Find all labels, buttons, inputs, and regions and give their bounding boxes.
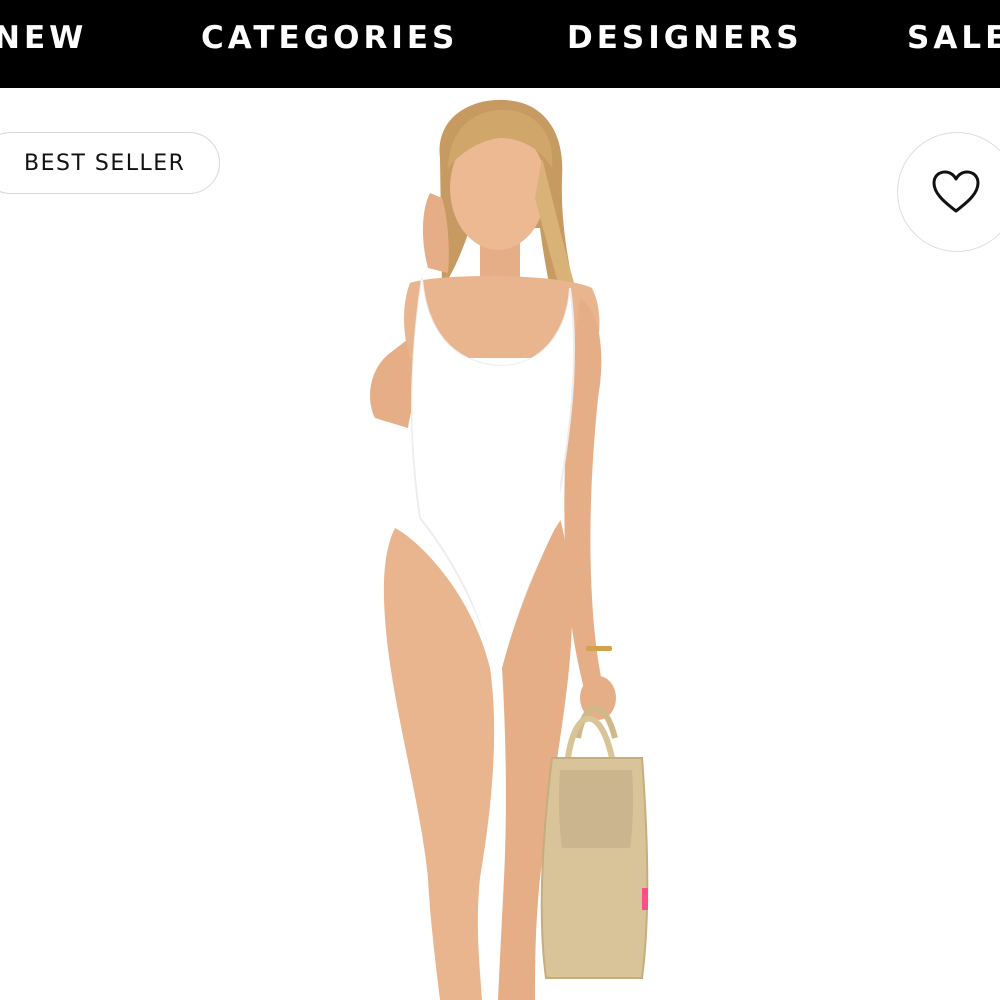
top-navigation-bar: NEW CATEGORIES DESIGNERS SALE (0, 0, 1000, 88)
nav-item-sale[interactable]: SALE (907, 18, 1000, 58)
wishlist-button[interactable] (897, 132, 1000, 252)
nav-item-new[interactable]: NEW (0, 18, 87, 58)
nav-item-categories[interactable]: CATEGORIES (201, 18, 458, 58)
nav-item-designers[interactable]: DESIGNERS (567, 18, 803, 58)
best-seller-badge: BEST SELLER (0, 132, 220, 194)
heart-icon (932, 170, 980, 213)
product-model-image (370, 99, 649, 1000)
product-image-area: BEST SELLER (0, 88, 1000, 1000)
best-seller-badge-label: BEST SELLER (24, 150, 186, 176)
